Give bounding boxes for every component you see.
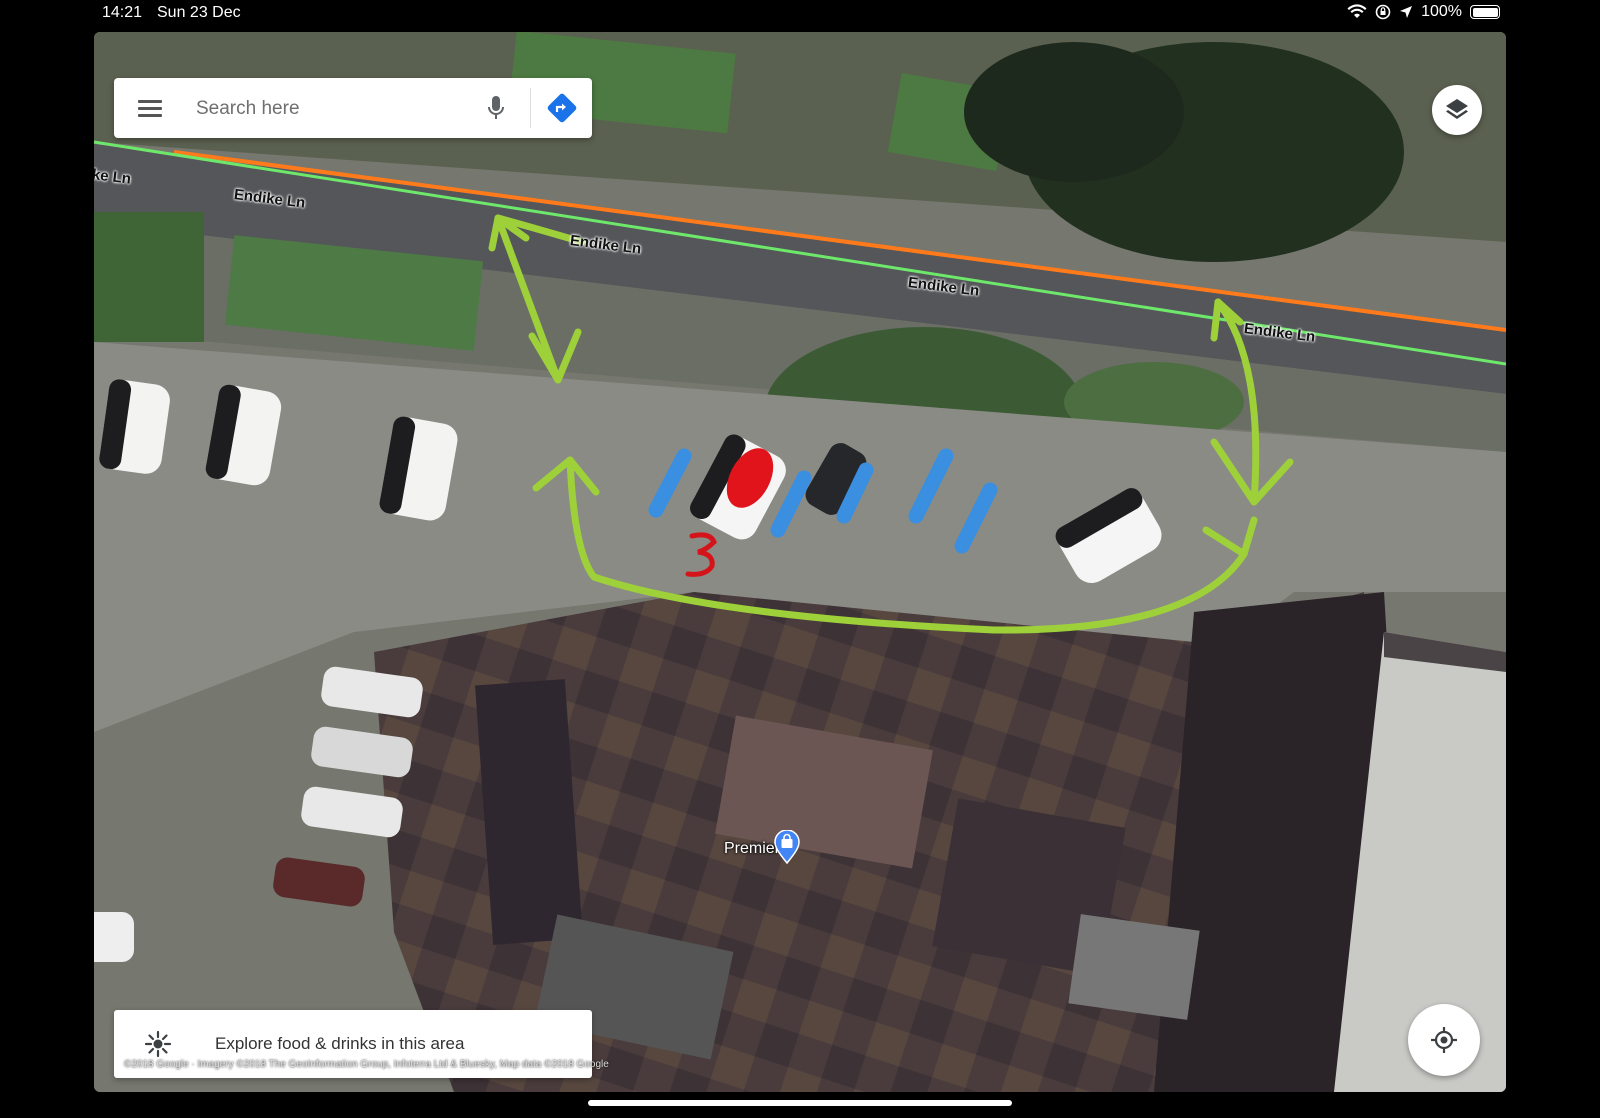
home-indicator[interactable]	[588, 1100, 1012, 1106]
search-divider	[530, 88, 531, 128]
battery-level	[1472, 7, 1498, 17]
orientation-lock-icon	[1375, 4, 1391, 20]
layers-button[interactable]	[1432, 85, 1482, 135]
poi-label-premier[interactable]: Premier	[724, 840, 780, 858]
shopping-bag-pin-icon[interactable]	[774, 830, 800, 864]
status-time: 14:21	[102, 4, 143, 21]
battery-icon	[1470, 5, 1500, 19]
microphone-icon[interactable]	[486, 94, 506, 122]
search-input[interactable]	[194, 88, 458, 130]
battery-percentage: 100%	[1421, 3, 1462, 20]
search-box[interactable]	[114, 78, 592, 138]
explore-label[interactable]: Explore food & drinks in this area	[215, 1034, 464, 1054]
layers-icon	[1446, 99, 1468, 119]
wifi-icon	[1347, 4, 1367, 18]
map-attribution: ©2018 Google · Imagery ©2018 The GeoInfo…	[124, 1059, 609, 1070]
status-date: Sun 23 Dec	[157, 4, 241, 21]
location-arrow-icon	[1400, 6, 1413, 18]
map-view[interactable]: ke Ln Endike Ln Endike Ln Endike Ln Endi…	[94, 32, 1506, 1092]
hamburger-menu-icon[interactable]	[136, 98, 164, 118]
explore-icon	[144, 1030, 172, 1058]
directions-icon[interactable]	[546, 92, 578, 124]
status-indicators: 100%	[1347, 3, 1500, 21]
my-location-icon	[1431, 1027, 1457, 1053]
status-bar: 14:21 Sun 23 Dec 100%	[0, 0, 1600, 30]
satellite-imagery[interactable]	[94, 32, 1506, 1092]
my-location-button[interactable]	[1408, 1004, 1480, 1076]
